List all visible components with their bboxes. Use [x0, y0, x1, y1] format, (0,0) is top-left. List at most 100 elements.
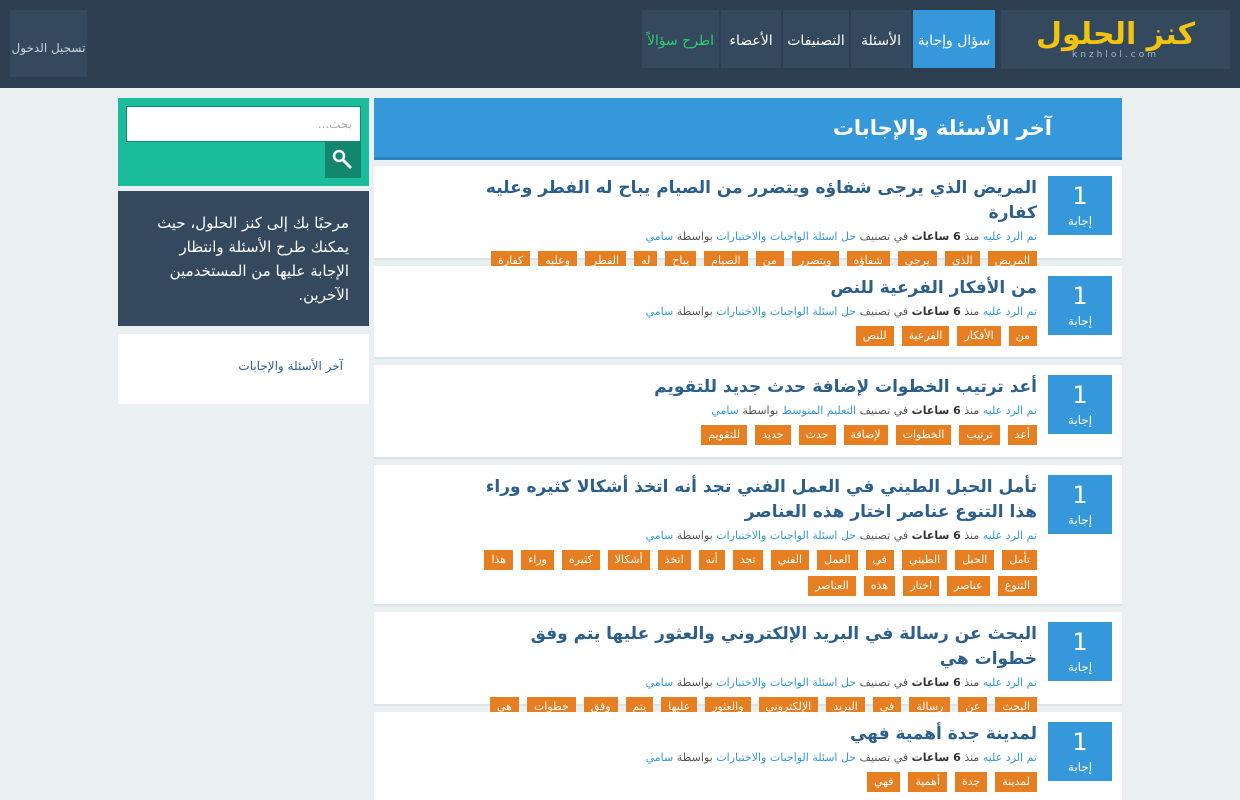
user-link[interactable]: سامي — [646, 751, 674, 764]
tag[interactable]: أنه — [698, 550, 725, 570]
login-button[interactable]: تسجيل الدخول — [10, 10, 87, 77]
answered-link[interactable]: تم الرد عليه — [983, 676, 1037, 689]
answered-link[interactable]: تم الرد عليه — [983, 529, 1037, 542]
question-body: لمدينة جدة أهمية فهي تم الرد عليه منذ 6 س… — [467, 722, 1037, 792]
since-text: منذ — [964, 404, 980, 417]
answer-count-badge[interactable]: 1 إجابة — [1048, 375, 1112, 434]
tag[interactable]: اتخذ — [657, 550, 691, 570]
tag[interactable]: جديد — [755, 425, 791, 445]
category-link[interactable]: حل اسئلة الواجبات والاختبارات — [716, 230, 856, 243]
by-text: بواسطة — [742, 404, 779, 417]
answer-count-badge[interactable]: 1 إجابة — [1048, 722, 1112, 781]
nav-qa[interactable]: سؤال وإجابة — [913, 10, 995, 68]
tag[interactable]: الفني — [770, 550, 810, 570]
category-link[interactable]: حل اسئلة الواجبات والاختبارات — [716, 305, 856, 318]
tag[interactable]: هذه — [863, 576, 896, 596]
nav-ask-question[interactable]: اطرح سؤالاً — [642, 10, 719, 68]
tag[interactable]: اختار — [903, 576, 940, 596]
answered-link[interactable]: تم الرد عليه — [983, 751, 1037, 764]
tag[interactable]: العناصر — [808, 576, 856, 596]
tag[interactable]: تجد — [732, 550, 763, 570]
by-text: بواسطة — [676, 676, 713, 689]
sidebar-link-latest[interactable]: آخر الأسئلة والإجابات — [238, 359, 349, 373]
tag[interactable]: الفرعية — [901, 326, 950, 346]
tag[interactable]: من — [1008, 326, 1037, 346]
since-text: منذ — [964, 751, 980, 764]
nav-categories[interactable]: التصنيفات — [783, 10, 849, 68]
question-title[interactable]: لمدينة جدة أهمية فهي — [467, 722, 1037, 747]
tag[interactable]: فهي — [866, 772, 901, 792]
question-title[interactable]: أعد ترتيب الخطوات لإضافة حدث جديد للتقوي… — [467, 375, 1037, 400]
user-link[interactable]: سامي — [646, 529, 674, 542]
tag[interactable]: وراء — [521, 550, 554, 570]
answer-count: 1 — [1072, 628, 1088, 656]
search-button[interactable] — [325, 142, 361, 178]
nav-questions[interactable]: الأسئلة — [851, 10, 911, 68]
question-item: 1 إجابة المريض الذي يرجى شفاؤه ويتضرر من ا… — [374, 166, 1122, 271]
question-title[interactable]: البحث عن رسالة في البريد الإلكتروني والع… — [467, 622, 1037, 672]
tag[interactable]: تأمل — [1002, 550, 1037, 570]
nav-users[interactable]: الأعضاء — [721, 10, 781, 68]
logo-domain: knzhlol.com — [1072, 49, 1159, 60]
tag[interactable]: العمل — [817, 550, 858, 570]
site-logo[interactable]: كنز الحلول knzhlol.com — [1001, 10, 1230, 69]
time-ago: 6 ساعات — [911, 230, 961, 243]
answered-link[interactable]: تم الرد عليه — [983, 404, 1037, 417]
search-input[interactable] — [126, 106, 361, 142]
user-link[interactable]: سامي — [646, 305, 674, 318]
question-title[interactable]: من الأفكار الفرعية للنص — [467, 276, 1037, 301]
user-link[interactable]: سامي — [711, 404, 739, 417]
time-ago: 6 ساعات — [911, 676, 961, 689]
answer-count-badge[interactable]: 1 إجابة — [1048, 475, 1112, 534]
nav-ask-label: اطرح سؤالاً — [646, 32, 715, 49]
answer-count-label: إجابة — [1067, 314, 1093, 328]
tag[interactable]: أهمية — [908, 772, 947, 792]
question-body: المريض الذي يرجى شفاؤه ويتضرر من الصيام … — [467, 176, 1037, 271]
question-meta: تم الرد عليه منذ 6 ساعات في تصنيف حل اسئ… — [467, 229, 1037, 245]
tag[interactable]: الخطوات — [895, 425, 952, 445]
tag[interactable]: الأفكار — [957, 326, 1001, 346]
category-link[interactable]: التعليم المتوسط — [782, 404, 856, 417]
answer-count-badge[interactable]: 1 إجابة — [1048, 622, 1112, 681]
tag[interactable]: للنص — [855, 326, 894, 346]
question-meta: تم الرد عليه منذ 6 ساعات في تصنيف حل اسئ… — [467, 750, 1037, 766]
question-title[interactable]: تأمل الحبل الطيني في العمل الفني تجد أنه… — [467, 475, 1037, 525]
answered-link[interactable]: تم الرد عليه — [983, 230, 1037, 243]
answered-link[interactable]: تم الرد عليه — [983, 305, 1037, 318]
tag[interactable]: في — [865, 550, 894, 570]
tag[interactable]: التنوع — [997, 576, 1037, 596]
tag[interactable]: ترتيب — [959, 425, 1000, 445]
tag[interactable]: أشكالا — [607, 550, 650, 570]
by-text: بواسطة — [676, 751, 713, 764]
user-link[interactable]: سامي — [646, 676, 674, 689]
tag[interactable]: أعد — [1007, 425, 1037, 445]
question-item: 1 إجابة تأمل الحبل الطيني في العمل الفني ت… — [374, 465, 1122, 606]
tag[interactable]: الحبل — [955, 550, 995, 570]
question-meta: تم الرد عليه منذ 6 ساعات في تصنيف حل اسئ… — [467, 528, 1037, 544]
category-link[interactable]: حل اسئلة الواجبات والاختبارات — [716, 529, 856, 542]
sidebar-links: آخر الأسئلة والإجابات — [118, 334, 369, 404]
by-text: بواسطة — [676, 529, 713, 542]
tag[interactable]: جدة — [954, 772, 988, 792]
answer-count-badge[interactable]: 1 إجابة — [1048, 276, 1112, 335]
section-header: آخر الأسئلة والإجابات — [374, 98, 1122, 160]
tag[interactable]: لمدينة — [995, 772, 1037, 792]
tag[interactable]: كثيره — [561, 550, 600, 570]
tag[interactable]: الطيني — [901, 550, 948, 570]
tag[interactable]: عناصر — [947, 576, 990, 596]
time-ago: 6 ساعات — [911, 404, 961, 417]
tag[interactable]: هذا — [484, 550, 514, 570]
user-link[interactable]: سامي — [646, 230, 674, 243]
category-link[interactable]: حل اسئلة الواجبات والاختبارات — [716, 751, 856, 764]
in-category-text: في تصنيف — [859, 230, 909, 243]
tag[interactable]: للتقويم — [701, 425, 748, 445]
answer-count-label: إجابة — [1067, 660, 1093, 674]
answer-count-badge[interactable]: 1 إجابة — [1048, 176, 1112, 235]
category-link[interactable]: حل اسئلة الواجبات والاختبارات — [716, 676, 856, 689]
nav-categories-label: التصنيفات — [787, 32, 845, 49]
question-body: أعد ترتيب الخطوات لإضافة حدث جديد للتقوي… — [467, 375, 1037, 445]
question-title[interactable]: المريض الذي يرجى شفاؤه ويتضرر من الصيام … — [467, 176, 1037, 226]
login-label: تسجيل الدخول — [11, 40, 86, 55]
tag[interactable]: حدث — [798, 425, 836, 445]
tag[interactable]: لإضافة — [843, 425, 888, 445]
